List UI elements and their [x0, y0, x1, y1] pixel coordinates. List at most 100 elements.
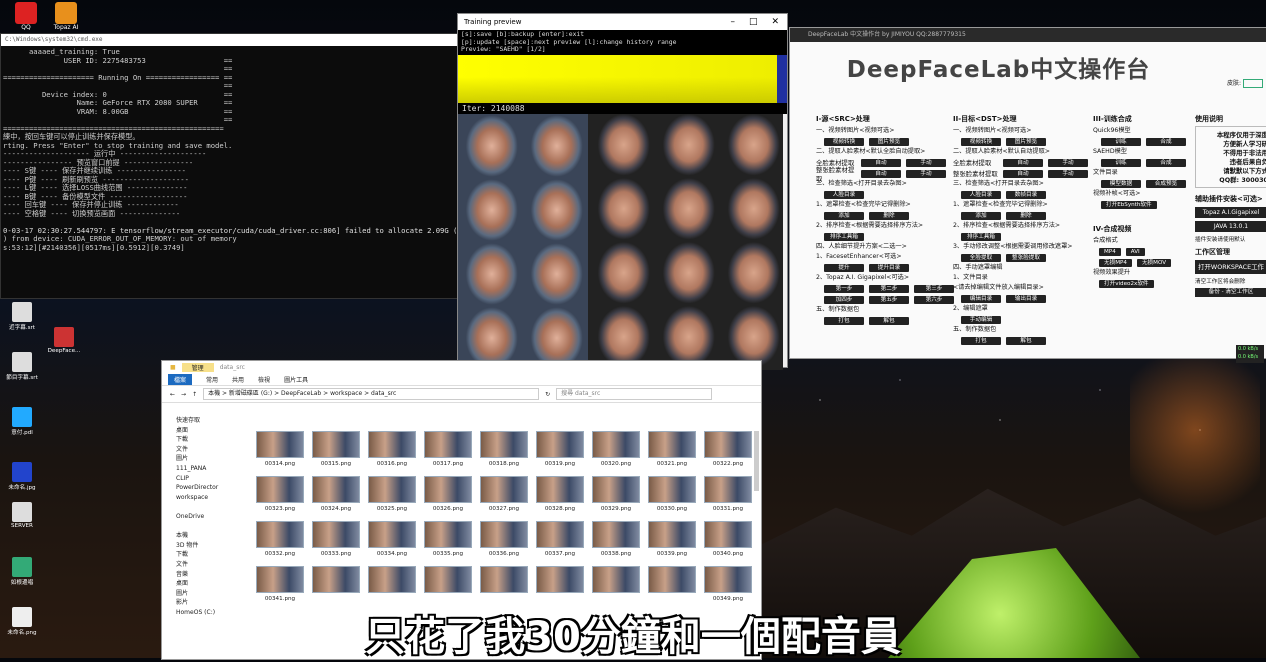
panel-button[interactable]: 合成	[1146, 137, 1186, 146]
refresh-icon[interactable]: ↻	[545, 391, 550, 398]
file-item[interactable]: 00324.png	[308, 476, 364, 512]
ribbon-tab[interactable]: 共用	[232, 375, 244, 384]
panel-button[interactable]: 第三步	[914, 284, 954, 293]
file-item[interactable]: 00332.png	[252, 521, 308, 557]
file-item[interactable]: 00328.png	[532, 476, 588, 512]
plugin-button[interactable]: JAVA 13.0.1	[1195, 221, 1266, 232]
file-item[interactable]: 00335.png	[420, 521, 476, 557]
panel-button[interactable]: 数帧目录	[1006, 190, 1046, 199]
panel-button[interactable]: 打开EbSynth软件	[1101, 200, 1157, 209]
panel-button[interactable]: 打包	[961, 336, 1001, 345]
panel-button[interactable]: 自动	[861, 169, 901, 178]
panel-button[interactable]: 合成预览	[1146, 179, 1186, 188]
nav-item[interactable]: PowerDirector	[162, 483, 242, 493]
panel-button[interactable]: 输出目录	[1006, 294, 1046, 303]
panel-button[interactable]: 视频转换	[961, 137, 1001, 146]
panel-button[interactable]: 打包	[824, 316, 864, 325]
file-item[interactable]: 00329.png	[588, 476, 644, 512]
file-item[interactable]: 00337.png	[532, 521, 588, 557]
panel-button[interactable]: 训练	[1101, 158, 1141, 167]
file-item[interactable]	[420, 566, 476, 602]
panel-button[interactable]: 手动	[1048, 158, 1088, 167]
nav-item[interactable]: CLIP	[162, 474, 242, 484]
maximize-icon[interactable]: □	[749, 17, 758, 27]
file-item[interactable]	[644, 566, 700, 602]
file-item[interactable]: 00318.png	[476, 431, 532, 467]
nav-item[interactable]: 3D 物件	[162, 541, 242, 551]
panel-button[interactable]: 模型数据	[1101, 179, 1141, 188]
panel-button[interactable]: 图片预览	[1006, 137, 1046, 146]
console-window[interactable]: C:\Windows\system32\cmd.exe aaaaed_train…	[0, 33, 460, 299]
close-icon[interactable]: ✕	[771, 17, 779, 27]
panel-button[interactable]: 排序工具箱	[824, 232, 864, 241]
panel-button[interactable]: 第二步	[869, 284, 909, 293]
training-preview-window[interactable]: Training preview – □ ✕ [s]:save [b]:back…	[457, 13, 788, 370]
panel-button[interactable]: 加四步	[824, 295, 864, 304]
panel-button[interactable]: 人脸目录	[961, 190, 1001, 199]
panel-button[interactable]: 第五步	[869, 295, 909, 304]
panel-button[interactable]: 整张脸提取	[1006, 253, 1046, 262]
nav-item[interactable]: OneDrive	[162, 512, 242, 522]
file-item[interactable]: 00333.png	[308, 521, 364, 557]
file-item[interactable]: 00322.png	[700, 431, 756, 467]
desktop-icon[interactable]: 近字幕.srt	[2, 302, 42, 331]
file-item[interactable]: 00321.png	[644, 431, 700, 467]
panel-button[interactable]: MP4	[1099, 247, 1121, 256]
ribbon-tab[interactable]: 常用	[206, 375, 218, 384]
panel-button[interactable]: 图片预览	[869, 137, 909, 146]
file-item[interactable]: 00327.png	[476, 476, 532, 512]
search-input[interactable]: 搜尋 data_src	[556, 388, 713, 400]
forward-icon[interactable]: →	[181, 391, 186, 398]
desktop-icon-qq[interactable]: QQ	[6, 2, 46, 31]
panel-button[interactable]: AVI	[1125, 247, 1145, 256]
ribbon-tab[interactable]: 檢視	[258, 375, 270, 384]
panel-button[interactable]: 添加	[961, 211, 1001, 220]
panel-button[interactable]: 手动	[1048, 169, 1088, 178]
panel-button[interactable]: 删除	[869, 211, 909, 220]
file-item[interactable]: 00338.png	[588, 521, 644, 557]
address-bar[interactable]: 本機 > 新增磁碟區 (G:) > DeepFaceLab > workspac…	[203, 388, 540, 400]
file-item[interactable]: 00334.png	[364, 521, 420, 557]
nav-item[interactable]: 桌面	[162, 426, 242, 436]
panel-button[interactable]: 排序工具箱	[961, 232, 1001, 241]
nav-item[interactable]: workspace	[162, 493, 242, 503]
nav-item[interactable]: 下載	[162, 435, 242, 445]
desktop-icon[interactable]: 如根邊唱	[2, 557, 42, 586]
panel-button[interactable]: 人脸目录	[824, 190, 864, 199]
nav-item[interactable]: 桌面	[162, 579, 242, 589]
panel-button[interactable]: 手动	[906, 169, 946, 178]
panel-button[interactable]: 无损MP4	[1099, 258, 1132, 267]
scrollbar[interactable]	[754, 431, 759, 491]
file-item[interactable]: 00340.png	[700, 521, 756, 557]
panel-button[interactable]: 手动	[906, 158, 946, 167]
skin-selector[interactable]: 皮肤:	[1227, 78, 1263, 88]
file-item[interactable]: 00325.png	[364, 476, 420, 512]
panel-button[interactable]: 删除	[1006, 211, 1046, 220]
nav-item[interactable]: 文件	[162, 560, 242, 570]
up-icon[interactable]: ↑	[192, 391, 197, 398]
desktop-icon[interactable]: DeepFace...	[44, 327, 84, 354]
nav-item[interactable]: 圖片	[162, 589, 242, 599]
panel-button[interactable]: 训练	[1101, 137, 1141, 146]
desktop-icon[interactable]: SERVER	[2, 502, 42, 529]
nav-item[interactable]: 111_PANA	[162, 464, 242, 474]
ribbon-tab[interactable]: 檔案	[168, 373, 193, 385]
panel-button[interactable]: 解包	[1006, 336, 1046, 345]
ribbon-tab[interactable]: 圖片工具	[284, 375, 308, 384]
file-item[interactable]	[364, 566, 420, 602]
panel-button[interactable]: 自动	[861, 158, 901, 167]
panel-button[interactable]: 手动编辑	[961, 315, 1001, 324]
desktop-icon[interactable]: 未命名.jpg	[2, 462, 42, 491]
file-item[interactable]	[532, 566, 588, 602]
file-item[interactable]: 00336.png	[476, 521, 532, 557]
panel-button[interactable]: 第一步	[824, 284, 864, 293]
backup-clear-button[interactable]: 备份 - 清空工作区	[1195, 288, 1266, 297]
panel-button[interactable]: 视频转换	[824, 137, 864, 146]
desktop-icon-topaz[interactable]: Topaz AI	[46, 2, 86, 31]
file-item[interactable]: 00349.png	[700, 566, 756, 602]
desktop-icon[interactable]: 節目字幕.srt	[2, 352, 42, 381]
desktop-icon[interactable]: 意付.pdl	[2, 407, 42, 436]
file-item[interactable]	[308, 566, 364, 602]
file-item[interactable]: 00320.png	[588, 431, 644, 467]
back-icon[interactable]: ←	[170, 391, 175, 398]
